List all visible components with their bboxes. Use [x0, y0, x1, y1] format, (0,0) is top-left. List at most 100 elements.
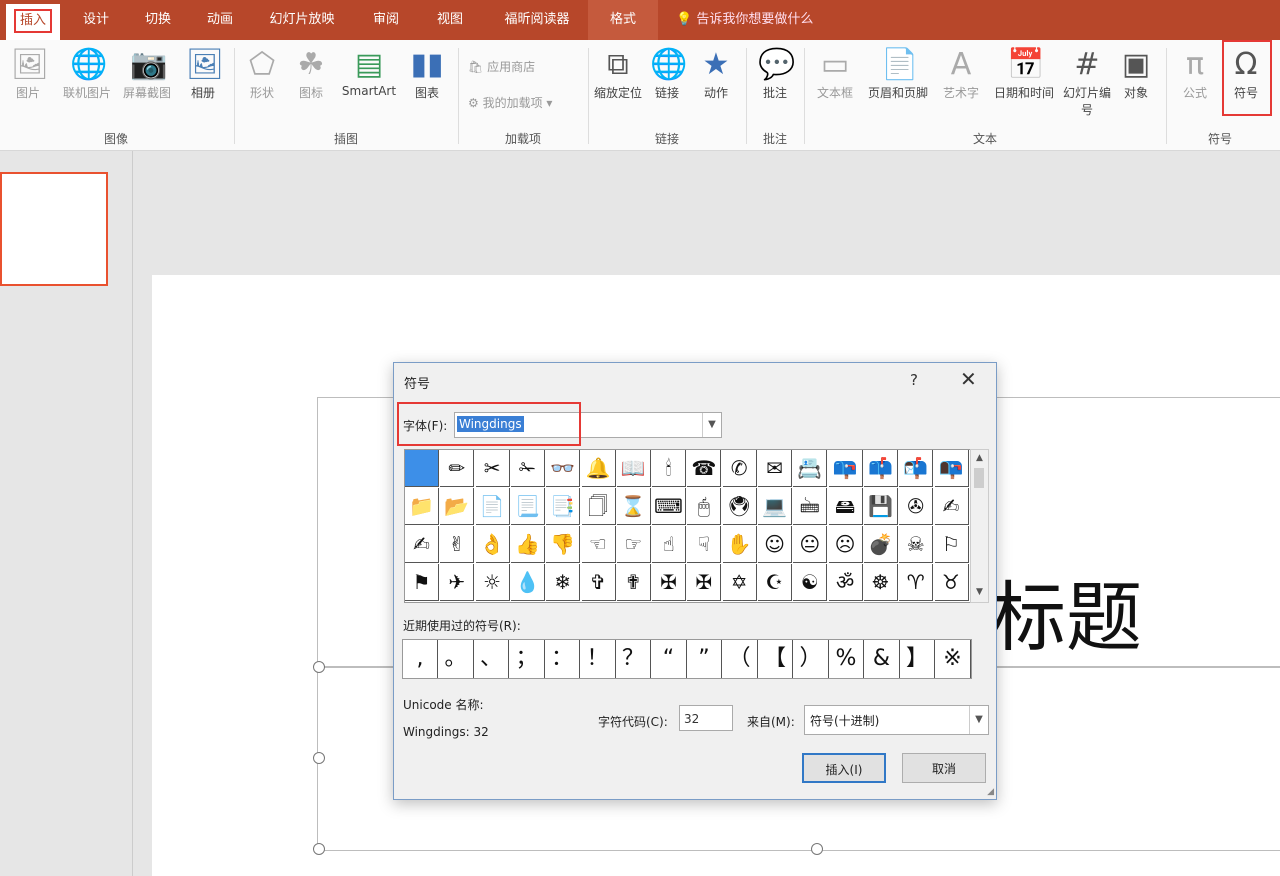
date-time-button[interactable]: 📅 日期和时间	[986, 44, 1062, 101]
textbox-button[interactable]: ▭ 文本框	[808, 44, 862, 101]
symbol-cell[interactable]	[405, 450, 439, 487]
symbol-cell[interactable]: 💻	[758, 488, 792, 525]
symbol-cell[interactable]: 👌	[475, 526, 510, 563]
recent-symbol-cell[interactable]: ,	[403, 640, 438, 678]
symbol-cell[interactable]: ✞	[581, 564, 616, 601]
equation-button[interactable]: π 公式	[1168, 44, 1222, 101]
shapes-button[interactable]: ⬠ 形状	[236, 44, 288, 101]
symbol-cell[interactable]: ☞	[616, 526, 651, 563]
symbol-cell[interactable]: 🖮	[793, 488, 828, 525]
symbol-cell[interactable]: ✇	[899, 488, 934, 525]
symbol-cell[interactable]: 📂	[440, 488, 475, 525]
symbol-cell[interactable]: 🖱	[687, 488, 722, 525]
action-button[interactable]: ★ 动作	[690, 44, 742, 101]
recent-symbol-cell[interactable]: 。	[439, 640, 474, 678]
tab-insert[interactable]: 插入	[6, 4, 60, 40]
symbol-cell[interactable]: 📖	[616, 450, 651, 487]
resize-grip-icon[interactable]: ◢	[987, 787, 994, 797]
recent-symbol-cell[interactable]: 、	[474, 640, 509, 678]
symbol-cell[interactable]: 📬	[899, 450, 934, 487]
recent-symbol-cell[interactable]: （	[723, 640, 758, 678]
symbol-cell[interactable]: ✏	[440, 450, 475, 487]
symbol-cell[interactable]: 📁	[405, 488, 439, 525]
symbol-cell[interactable]: 🖲	[722, 488, 757, 525]
symbol-cell[interactable]: 📄	[475, 488, 510, 525]
symbol-cell[interactable]: ⚑	[405, 564, 439, 601]
resize-handle[interactable]	[313, 843, 325, 855]
symbol-cell[interactable]: 💧	[510, 564, 545, 601]
symbol-cell[interactable]: ☹	[828, 526, 863, 563]
symbol-cell[interactable]: 👓	[546, 450, 581, 487]
symbol-cell[interactable]: 🗍	[581, 488, 616, 525]
help-button[interactable]: ?	[910, 371, 918, 389]
symbol-cell[interactable]: ☼	[475, 564, 510, 601]
zoom-button[interactable]: ⧉ 缩放定位	[590, 44, 646, 101]
symbol-cell[interactable]: ❄	[546, 564, 581, 601]
symbol-cell[interactable]: 👎	[546, 526, 581, 563]
symbol-cell[interactable]: 🔔	[581, 450, 616, 487]
recent-symbol-cell[interactable]: ；	[510, 640, 545, 678]
symbol-cell[interactable]: 💾	[863, 488, 898, 525]
online-picture-button[interactable]: 🌐 联机图片	[54, 44, 120, 101]
recent-symbol-cell[interactable]: ）	[794, 640, 829, 678]
symbol-cell[interactable]: ✍	[405, 526, 439, 563]
symbol-cell[interactable]: ♉	[934, 564, 969, 601]
symbol-cell[interactable]: ♈	[899, 564, 934, 601]
symbol-cell[interactable]: 📇	[793, 450, 828, 487]
symbol-cell[interactable]: ✂	[475, 450, 510, 487]
resize-handle[interactable]	[811, 843, 823, 855]
recent-symbol-cell[interactable]: ”	[687, 640, 722, 678]
symbol-cell[interactable]: ✠	[652, 564, 687, 601]
char-code-input[interactable]: 32	[679, 705, 733, 731]
recent-symbol-cell[interactable]: “	[652, 640, 687, 678]
symbol-cell[interactable]: ☠	[899, 526, 934, 563]
tab-view[interactable]: 视图	[430, 0, 470, 40]
from-select[interactable]: 符号(十进制) ▼	[804, 705, 989, 735]
recent-symbol-cell[interactable]: %	[829, 640, 864, 678]
recent-symbol-cell[interactable]: ：	[545, 640, 580, 678]
symbol-cell[interactable]: ⌨	[652, 488, 687, 525]
smartart-button[interactable]: ▤ SmartArt	[336, 44, 402, 99]
symbol-cell[interactable]: ✠	[687, 564, 722, 601]
symbol-cell[interactable]: 👍	[510, 526, 545, 563]
symbol-cell[interactable]: 🕯	[652, 450, 687, 487]
object-button[interactable]: ▣ 对象	[1110, 44, 1162, 101]
recent-symbol-cell[interactable]: &	[865, 640, 900, 678]
symbol-cell[interactable]: 📃	[510, 488, 545, 525]
chevron-down-icon[interactable]: ▼	[969, 706, 988, 734]
symbol-cell[interactable]: 📭	[934, 450, 969, 487]
comment-button[interactable]: 💬 批注	[748, 44, 802, 101]
tab-review[interactable]: 审阅	[366, 0, 406, 40]
chevron-down-icon[interactable]: ▼	[971, 584, 988, 600]
slide-number-button[interactable]: # 幻灯片编号	[1060, 44, 1114, 118]
header-footer-button[interactable]: 📄 页眉和页脚	[860, 44, 936, 101]
tab-animations[interactable]: 动画	[200, 0, 240, 40]
symbol-cell[interactable]: 📫	[863, 450, 898, 487]
symbol-cell[interactable]: ☪	[758, 564, 792, 601]
symbol-cell[interactable]: ☝	[652, 526, 687, 563]
chart-button[interactable]: ▮▮ 图表	[400, 44, 454, 101]
symbol-cell[interactable]: ☎	[687, 450, 722, 487]
tab-foxit[interactable]: 福昕阅读器	[492, 0, 582, 40]
resize-handle[interactable]	[313, 752, 325, 764]
recent-symbol-cell[interactable]: ？	[616, 640, 651, 678]
symbol-cell[interactable]: ✋	[722, 526, 757, 563]
symbol-cell[interactable]: ✁	[510, 450, 545, 487]
recent-symbol-cell[interactable]: 【	[758, 640, 793, 678]
album-button[interactable]: 🖼 相册	[176, 44, 230, 101]
picture-button[interactable]: 🖼 图片	[0, 44, 56, 101]
symbol-cell[interactable]: ✈	[440, 564, 475, 601]
screenshot-button[interactable]: 📷 屏幕截图	[118, 44, 176, 101]
symbol-cell[interactable]: ☺	[758, 526, 792, 563]
symbol-cell[interactable]: ⌛	[616, 488, 651, 525]
recent-symbol-cell[interactable]: 】	[900, 640, 935, 678]
link-button[interactable]: 🌐 链接	[640, 44, 694, 101]
my-addins-button[interactable]: ⚙ 我的加载项 ▾	[468, 94, 552, 111]
cancel-button[interactable]: 取消	[902, 753, 986, 783]
icons-button[interactable]: ☘ 图标	[286, 44, 336, 101]
symbol-cell[interactable]: ☜	[581, 526, 616, 563]
symbol-grid-scrollbar[interactable]: ▲ ▼	[970, 449, 989, 603]
resize-handle[interactable]	[313, 661, 325, 673]
wordart-button[interactable]: A 艺术字	[934, 44, 988, 101]
symbol-cell[interactable]: ✉	[758, 450, 792, 487]
